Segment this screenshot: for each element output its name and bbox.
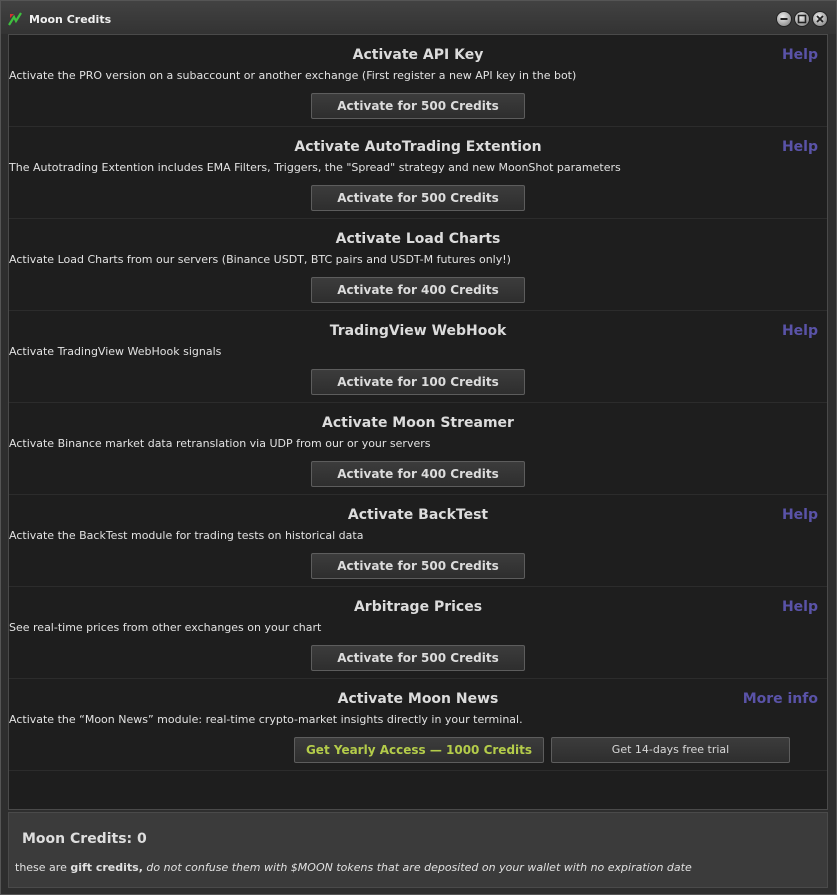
section-load-charts: Activate Load Charts Activate Load Chart…	[9, 219, 827, 311]
credits-footer: Moon Credits: 0 these are gift credits, …	[8, 812, 828, 888]
maximize-icon[interactable]	[794, 11, 810, 27]
note-bold: gift credits,	[70, 861, 143, 874]
activate-load-charts-button[interactable]: Activate for 400 Credits	[311, 277, 525, 303]
more-info-link[interactable]: More info	[743, 691, 818, 707]
section-title: Activate API Key	[352, 47, 484, 63]
section-description: Activate TradingView WebHook signals	[9, 345, 222, 358]
section-title: Activate Moon Streamer	[322, 415, 514, 431]
help-link[interactable]: Help	[782, 47, 818, 63]
section-description: The Autotrading Extention includes EMA F…	[9, 161, 621, 174]
title-bar[interactable]: Moon Credits	[1, 1, 836, 34]
help-link[interactable]: Help	[782, 323, 818, 339]
moon-credits-window: Moon Credits Activate API Key Help Activ…	[0, 0, 837, 895]
free-trial-button[interactable]: Get 14-days free trial	[551, 737, 790, 763]
activate-api-key-button[interactable]: Activate for 500 Credits	[311, 93, 525, 119]
help-link[interactable]: Help	[782, 599, 818, 615]
activate-webhook-button[interactable]: Activate for 100 Credits	[311, 369, 525, 395]
section-tradingview-webhook: TradingView WebHook Help Activate Tradin…	[9, 311, 827, 403]
credits-panel: Activate API Key Help Activate the PRO v…	[8, 34, 828, 810]
section-description: Activate Load Charts from our servers (B…	[9, 253, 511, 266]
activate-autotrading-button[interactable]: Activate for 500 Credits	[311, 185, 525, 211]
section-title: Activate BackTest	[347, 507, 489, 523]
help-link[interactable]: Help	[782, 139, 818, 155]
minimize-icon[interactable]	[776, 11, 792, 27]
section-moon-streamer: Activate Moon Streamer Activate Binance …	[9, 403, 827, 495]
section-title: Activate Load Charts	[335, 231, 501, 247]
section-autotrading: Activate AutoTrading Extention Help The …	[9, 127, 827, 219]
window-title: Moon Credits	[29, 13, 112, 26]
activate-arbitrage-button[interactable]: Activate for 500 Credits	[311, 645, 525, 671]
section-description: Activate the PRO version on a subaccount…	[9, 69, 577, 82]
section-arbitrage-prices: Arbitrage Prices Help See real-time pric…	[9, 587, 827, 679]
section-description: Activate Binance market data retranslati…	[9, 437, 431, 450]
note-italic: do not confuse them with $MOON tokens th…	[142, 861, 692, 874]
section-title: TradingView WebHook	[329, 323, 507, 339]
moon-app-icon	[8, 12, 22, 26]
section-description: See real-time prices from other exchange…	[9, 621, 322, 634]
activate-moon-streamer-button[interactable]: Activate for 400 Credits	[311, 461, 525, 487]
gift-credits-note: these are gift credits, do not confuse t…	[15, 861, 692, 874]
yearly-access-button[interactable]: Get Yearly Access — 1000 Credits	[294, 737, 544, 763]
help-link[interactable]: Help	[782, 507, 818, 523]
credits-balance: Moon Credits: 0	[22, 831, 147, 847]
section-title: Arbitrage Prices	[353, 599, 483, 615]
section-backtest: Activate BackTest Help Activate the Back…	[9, 495, 827, 587]
section-title: Activate Moon News	[337, 691, 499, 707]
section-description: Activate the “Moon News” module: real-ti…	[9, 713, 523, 726]
note-prefix: these are	[15, 861, 71, 874]
close-icon[interactable]	[812, 11, 828, 27]
section-moon-news: Activate Moon News More info Activate th…	[9, 679, 827, 771]
activate-backtest-button[interactable]: Activate for 500 Credits	[311, 553, 525, 579]
section-title: Activate AutoTrading Extention	[294, 139, 542, 155]
section-api-key: Activate API Key Help Activate the PRO v…	[9, 35, 827, 127]
section-description: Activate the BackTest module for trading…	[9, 529, 364, 542]
